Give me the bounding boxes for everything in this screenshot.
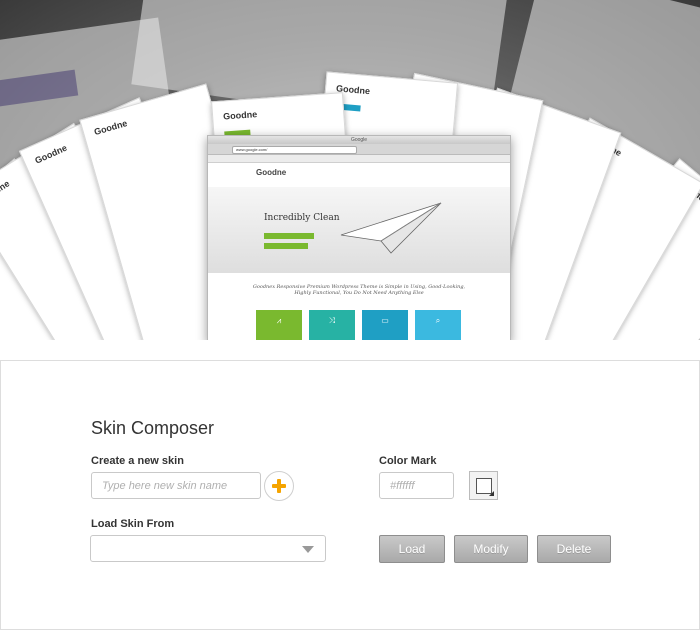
site-tagline: Incredibly Clean bbox=[264, 213, 340, 223]
site-banner: Incredibly Clean bbox=[208, 187, 510, 273]
feature-tile: ⤨ bbox=[309, 310, 355, 340]
load-skin-select[interactable] bbox=[90, 535, 326, 562]
hero-banner: Goodne Goodne Goodne Goodne Goodne Goodn… bbox=[0, 0, 700, 340]
load-button[interactable]: Load bbox=[379, 535, 445, 563]
color-mark-label: Color Mark bbox=[379, 455, 437, 467]
new-skin-label: Create a new skin bbox=[91, 455, 184, 467]
color-picker-button[interactable] bbox=[469, 471, 498, 500]
color-mark-input[interactable] bbox=[379, 472, 454, 499]
site-description: Goodnex Responsive Premium Wordpress The… bbox=[252, 284, 466, 296]
modify-button[interactable]: Modify bbox=[454, 535, 528, 563]
browser-url-bar: www.google.com/ bbox=[232, 146, 357, 154]
new-skin-name-input[interactable] bbox=[91, 472, 261, 499]
browser-toolbar: www.google.com/ bbox=[208, 144, 510, 155]
browser-title: Google bbox=[350, 137, 368, 143]
chevron-down-icon bbox=[302, 546, 314, 553]
browser-bookmarks-bar: AppleiCloudFacebookTwitterWikipediaYahoo… bbox=[208, 155, 510, 169]
browser-titlebar: Google bbox=[208, 136, 510, 144]
paper-plane-icon bbox=[340, 202, 442, 254]
site-logo: Goodne bbox=[256, 168, 287, 177]
feature-tile: ⩘ bbox=[256, 310, 302, 340]
delete-button[interactable]: Delete bbox=[537, 535, 611, 563]
feature-tile: ⌕ bbox=[415, 310, 461, 340]
site-header: Goodne bbox=[208, 163, 510, 194]
browser-mockup: Google www.google.com/ AppleiCloudFacebo… bbox=[207, 135, 511, 340]
add-skin-button[interactable] bbox=[264, 471, 294, 501]
feature-tile: ▭ bbox=[362, 310, 408, 340]
load-skin-from-label: Load Skin From bbox=[91, 518, 175, 530]
page-title: Skin Composer bbox=[91, 418, 215, 438]
